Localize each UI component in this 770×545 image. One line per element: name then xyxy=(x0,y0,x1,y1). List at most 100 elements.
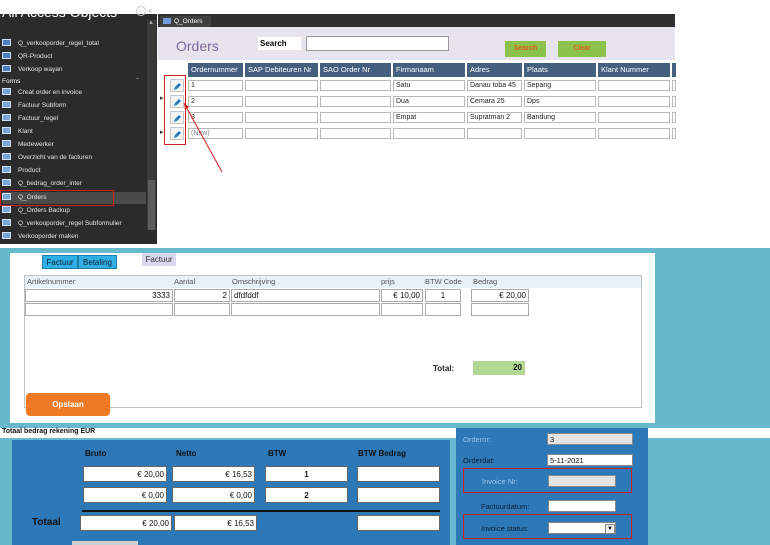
cell-sap[interactable] xyxy=(245,112,318,123)
aantal-field-new[interactable] xyxy=(174,303,230,316)
bruto-field[interactable]: € 0,00 xyxy=(83,487,167,503)
btw-bedrag-field[interactable] xyxy=(357,466,440,482)
cell-adres[interactable]: Cemara 25 xyxy=(467,96,522,107)
nav-item-form[interactable]: Creat order en invoice xyxy=(2,87,82,99)
cell-firmanaam[interactable]: Satu xyxy=(393,80,465,91)
cell-sao[interactable] xyxy=(320,80,391,91)
prijs-field-new[interactable] xyxy=(381,303,423,316)
aantal-field[interactable]: 2 xyxy=(174,289,230,302)
column-header[interactable]: Ordernummer xyxy=(188,63,243,77)
nav-item-form[interactable]: Overzicht van de facturen xyxy=(2,152,92,164)
artikelnummer-field[interactable]: 3333 xyxy=(25,289,173,302)
btw-field[interactable]: 1 xyxy=(265,466,348,482)
nav-group-forms[interactable]: Forms xyxy=(2,78,20,85)
nav-item-label: Verkooporder maken xyxy=(18,233,79,240)
column-header: BTW Code xyxy=(425,277,462,286)
netto-field[interactable]: € 16,53 xyxy=(172,466,255,482)
nav-item-form[interactable]: Medewerker xyxy=(2,139,54,151)
horizontal-scrollbar-thumb[interactable] xyxy=(72,541,138,545)
btw-code-field-new[interactable] xyxy=(425,303,461,316)
invoice-status-label: Invoice status: xyxy=(481,524,529,533)
nav-item-query[interactable]: QR-Product xyxy=(2,51,52,63)
nav-item-form[interactable]: Q_verkooporder_regel Subformulier xyxy=(2,218,122,230)
clear-button[interactable]: Clear xyxy=(558,41,606,57)
tab-factuur[interactable]: Factuur xyxy=(42,255,78,269)
nav-scroll-up-icon[interactable]: ▲ xyxy=(148,20,154,26)
cell-firmanaam[interactable]: Dua xyxy=(393,96,465,107)
totaal-title: Totaal bedrag rekening EUR xyxy=(2,428,96,435)
nav-menu-chevron-icon[interactable]: ⌄ xyxy=(136,6,146,16)
prijs-field[interactable]: € 10,00 xyxy=(381,289,423,302)
totaal-btw-bedrag-field[interactable] xyxy=(357,515,440,531)
nav-item-form[interactable]: Factuur_regel xyxy=(2,113,58,125)
cell-firmanaam[interactable]: Empat xyxy=(393,112,465,123)
cell-klant[interactable] xyxy=(598,112,670,123)
factuurdatum-field[interactable] xyxy=(548,500,616,512)
column-header-overflow xyxy=(672,63,676,77)
column-header[interactable]: Adres xyxy=(467,63,522,77)
tab-factuur-secondary[interactable]: Factuur xyxy=(142,253,176,266)
form-icon xyxy=(2,140,11,147)
cell-plaats[interactable]: Sepang xyxy=(524,80,596,91)
cell-plaats[interactable] xyxy=(524,128,596,139)
ordernr-label: Ordernr: xyxy=(463,435,491,444)
cell-adres[interactable] xyxy=(467,128,522,139)
group-collapse-icon[interactable]: ⌃ xyxy=(135,77,140,84)
nav-item-form[interactable]: Q_bedrag_order_inter xyxy=(2,178,82,190)
cell-sao[interactable] xyxy=(320,128,391,139)
column-header: BTW xyxy=(268,449,287,458)
nav-item-form[interactable]: Product xyxy=(2,165,40,177)
cell-plaats[interactable]: Dps xyxy=(524,96,596,107)
nav-item-query[interactable]: Q_verkooporder_regel_total xyxy=(2,38,99,50)
cell-klant[interactable] xyxy=(598,96,670,107)
cell-klant[interactable] xyxy=(598,128,670,139)
artikelnummer-field-new[interactable] xyxy=(25,303,173,316)
column-header[interactable]: Klant Nummer xyxy=(598,63,670,77)
tab-betaling[interactable]: Betaling xyxy=(78,255,117,269)
cell-sap[interactable] xyxy=(245,96,318,107)
ordernr-field[interactable]: 3 xyxy=(547,433,633,445)
column-header[interactable]: SAP Debiteuren Nr xyxy=(245,63,318,77)
bruto-field[interactable]: € 20,00 xyxy=(83,466,167,482)
nav-item-form[interactable]: Klant xyxy=(2,126,33,138)
orderdat-field[interactable]: 5-11-2021 xyxy=(547,454,633,466)
omschrijving-field-new[interactable] xyxy=(231,303,380,316)
cell-sap[interactable] xyxy=(245,128,318,139)
cell-firmanaam[interactable] xyxy=(393,128,465,139)
form-icon xyxy=(2,179,11,186)
nav-item-form[interactable]: Factuur Subform xyxy=(2,100,66,112)
save-button[interactable]: Opslaan xyxy=(26,393,110,416)
bedrag-field-new[interactable] xyxy=(471,303,529,316)
column-header[interactable]: Firmanaam xyxy=(393,63,465,77)
form-icon xyxy=(2,88,11,95)
btw-code-field[interactable]: 1 xyxy=(425,289,461,302)
omschrijving-field[interactable]: dfdfddf xyxy=(231,289,380,302)
cell-sao[interactable] xyxy=(320,96,391,107)
cell-adres[interactable]: Danau toba 45 xyxy=(467,80,522,91)
search-button[interactable]: Search xyxy=(505,41,546,57)
cell-klant[interactable] xyxy=(598,80,670,91)
totaal-netto-field[interactable]: € 16,53 xyxy=(174,515,257,531)
btw-bedrag-field[interactable] xyxy=(357,487,440,503)
nav-item-form[interactable]: Verkooporder maken xyxy=(2,231,78,243)
nav-scrollbar-thumb[interactable] xyxy=(148,180,155,230)
nav-item-form[interactable]: Q_Orders Backup xyxy=(2,205,70,217)
cell-sap[interactable] xyxy=(245,80,318,91)
column-header[interactable]: Plaats xyxy=(524,63,596,77)
bedrag-field[interactable]: € 20,00 xyxy=(471,289,529,302)
invoice-nr-field[interactable] xyxy=(548,475,616,487)
cell-adres[interactable]: Supratman 2 xyxy=(467,112,522,123)
cell-ordernummer[interactable]: 1 xyxy=(188,80,243,91)
search-input[interactable] xyxy=(306,36,449,51)
cell-plaats[interactable]: Bandung xyxy=(524,112,596,123)
chevron-down-icon[interactable]: ▼ xyxy=(605,524,615,534)
cell-sao[interactable] xyxy=(320,112,391,123)
tab-q-orders[interactable]: Q_Orders xyxy=(160,16,211,27)
btw-field[interactable]: 2 xyxy=(265,487,348,503)
nav-item-label: Medewerker xyxy=(18,141,54,148)
netto-field[interactable]: € 0,00 xyxy=(172,487,255,503)
column-header[interactable]: SAO Order Nr xyxy=(320,63,391,77)
nav-collapse-icon[interactable]: « xyxy=(148,6,152,15)
totaal-bruto-field[interactable]: € 20,00 xyxy=(80,515,172,531)
nav-item-query[interactable]: Verkoop wayan xyxy=(2,64,62,76)
